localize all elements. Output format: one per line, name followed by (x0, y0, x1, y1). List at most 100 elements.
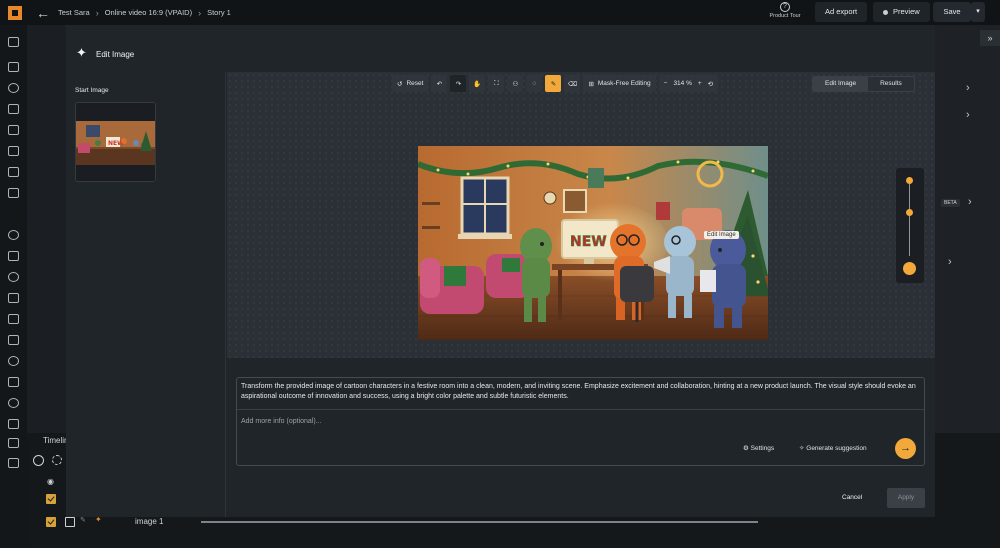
image-sign-text: NEW (570, 234, 607, 250)
timeline-item-label: image 1 (135, 517, 164, 526)
top-bar: ← Test Sara › Online video 16:9 (VPAID) … (0, 0, 1000, 25)
breadcrumb: Test Sara › Online video 16:9 (VPAID) › … (58, 8, 231, 18)
product-tour-label: Product Tour (769, 13, 801, 19)
image-icon[interactable] (8, 146, 19, 156)
modal-header: Edit Image (66, 39, 935, 69)
mask-icon: ⊞ (588, 80, 594, 88)
location-icon[interactable] (8, 398, 19, 408)
generate-suggestion-label: Generate suggestion (806, 445, 867, 452)
reset-icon: ↺ (397, 80, 403, 88)
redo-button[interactable]: ↷ (450, 75, 467, 92)
image-canvas[interactable]: ↺ Reset ↶ ↷ ✋ ⛶ ⚇ ◌ ✎ ⌫ ⊞ Mask-Free Edit… (227, 72, 935, 358)
timeline-checkbox[interactable] (46, 517, 56, 527)
play-icon[interactable] (33, 455, 44, 466)
view-tabs: Edit Image Results (812, 76, 915, 92)
chevron-right-icon[interactable]: › (968, 196, 972, 208)
music-icon[interactable] (8, 83, 19, 93)
edit-toolbar: ↺ Reset ↶ ↷ ✋ ⛶ ⚇ ◌ ✎ ⌫ ⊞ Mask-Free Edit… (392, 75, 719, 92)
chevron-right-icon: › (198, 7, 202, 18)
submit-arrow-icon[interactable]: → (895, 438, 916, 459)
timeline-checkbox[interactable] (46, 494, 56, 504)
fit-screen-icon: ⛶ (494, 79, 499, 87)
mask-free-editing-button[interactable]: ⊞ Mask-Free Editing (583, 75, 656, 92)
store-icon[interactable] (8, 419, 19, 429)
preview-button[interactable]: Preview (873, 2, 930, 22)
breadcrumb-item[interactable]: Online video 16:9 (VPAID) (105, 8, 192, 17)
start-image-panel: Start Image NEW (66, 72, 226, 517)
settings-label: Settings (750, 445, 775, 452)
text-icon[interactable] (8, 125, 19, 135)
eraser-button[interactable]: ⌫ (564, 75, 581, 92)
prompt-box: Transform the provided image of cartoon … (236, 377, 925, 466)
help-icon: ? (780, 2, 790, 12)
product-tour-button[interactable]: ? Product Tour (765, 2, 805, 19)
auto-select-button[interactable]: ⚇ (507, 75, 524, 92)
cancel-button[interactable]: Cancel (842, 494, 862, 501)
edited-image[interactable]: NEW Edit Image (416, 146, 770, 340)
more-info-input[interactable]: Add more info (optional)... (241, 418, 322, 425)
start-image-label: Start Image (75, 87, 109, 94)
chevron-right-icon[interactable]: › (948, 256, 952, 268)
record-icon[interactable] (8, 230, 19, 240)
effects-icon[interactable] (8, 356, 19, 366)
layout-icon[interactable] (8, 37, 19, 47)
brush-size-slider[interactable] (896, 168, 924, 283)
reset-label: Reset (406, 80, 424, 87)
generate-suggestion-button[interactable]: ✧ Generate suggestion (799, 444, 867, 452)
tab-results[interactable]: Results (868, 77, 914, 91)
frame-icon[interactable] (8, 167, 19, 177)
visibility-eye-icon[interactable]: ◉ (47, 477, 54, 486)
anchor-icon[interactable] (8, 458, 19, 468)
prompt-textarea[interactable]: Transform the provided image of cartoon … (241, 382, 916, 402)
slider-track (909, 180, 910, 256)
hand-icon: ✋ (473, 80, 482, 88)
left-tool-rail (0, 25, 27, 548)
fit-button[interactable]: ⛶ (488, 75, 505, 92)
qr-code-icon[interactable] (8, 377, 19, 387)
timer-icon[interactable] (8, 314, 19, 324)
timeline-track[interactable] (201, 521, 758, 523)
breadcrumb-item[interactable]: Test Sara (58, 8, 90, 17)
lasso-button[interactable]: ◌ (526, 75, 543, 92)
slider-top-dot (906, 177, 913, 184)
zoom-reset-icon[interactable]: ⟲ (708, 80, 713, 88)
shapes-icon[interactable] (8, 104, 19, 114)
chevron-right-icon[interactable]: › (966, 82, 970, 94)
widget-icon[interactable] (8, 335, 19, 345)
brush-button[interactable]: ✎ (545, 75, 562, 92)
zoom-out-button[interactable]: − (664, 80, 668, 87)
slider-handle[interactable] (906, 209, 913, 216)
undo-button[interactable]: ↶ (431, 75, 448, 92)
chevron-double-right-icon[interactable]: » (980, 30, 1000, 46)
zoom-in-button[interactable]: + (698, 80, 702, 87)
ad-export-button[interactable]: Ad export (815, 2, 868, 22)
edit-image-modal: Edit Image Start Image NEW (66, 25, 935, 517)
undo-icon: ↶ (436, 80, 443, 88)
sparkle-icon (76, 45, 90, 61)
back-arrow-icon[interactable]: ← (36, 5, 50, 21)
breadcrumb-item[interactable]: Story 1 (207, 8, 231, 17)
redo-icon: ↷ (455, 80, 462, 88)
video-icon[interactable] (8, 62, 19, 72)
divider (237, 409, 924, 410)
magic-wand-icon: ✧ (799, 445, 805, 452)
gauge-icon[interactable] (8, 272, 19, 282)
save-menu-chevron-icon[interactable]: ▾ (971, 2, 985, 22)
sticker-icon[interactable] (8, 251, 19, 261)
calendar-icon[interactable] (8, 293, 19, 303)
loop-icon[interactable] (52, 455, 62, 465)
settings-button[interactable]: ⚙ Settings (743, 444, 774, 452)
pan-button[interactable]: ✋ (469, 75, 486, 92)
reset-button[interactable]: ↺ Reset (392, 75, 429, 92)
tab-edit-image[interactable]: Edit Image (813, 77, 869, 91)
save-button[interactable]: Save (933, 2, 971, 22)
zoom-level: 314 % (673, 80, 692, 87)
start-image-thumbnail[interactable]: NEW (75, 102, 156, 182)
media-icon[interactable] (8, 188, 19, 198)
chevron-right-icon[interactable]: › (966, 109, 970, 121)
lasso-icon: ◌ (532, 80, 537, 87)
lock-checkbox[interactable] (65, 517, 75, 527)
table-icon[interactable] (8, 438, 19, 448)
app-logo[interactable] (8, 5, 22, 20)
apply-button[interactable]: Apply (887, 488, 925, 508)
